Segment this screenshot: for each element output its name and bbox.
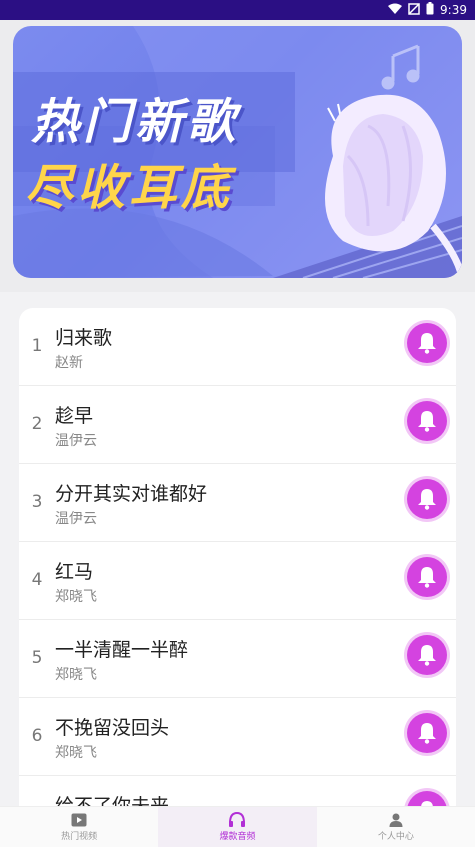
promo-banner[interactable]: 热门新歌 尽收耳底 (13, 26, 462, 278)
song-list: 1 归来歌 赵新 2 趁早 温伊云 3 分开其实对谁都好 温伊云 4 红马 郑晓… (19, 308, 456, 806)
ringtone-button[interactable] (407, 557, 447, 597)
song-rank: 1 (31, 336, 43, 356)
song-title: 不挽留没回头 (55, 717, 170, 739)
status-bar: 9:39 (0, 0, 475, 20)
nav-label: 爆款音频 (219, 832, 256, 842)
music-note-icon (381, 44, 420, 90)
song-title: 分开其实对谁都好 (55, 483, 208, 505)
ringtone-button[interactable] (407, 323, 447, 363)
nav-label: 个人中心 (377, 831, 414, 842)
song-rank: 5 (31, 648, 43, 668)
song-row[interactable]: 6 不挽留没回头 郑晓飞 (19, 698, 456, 776)
nav-hot-videos[interactable]: 热门视频 (0, 807, 158, 847)
song-title: 给不了你未来 (55, 795, 170, 806)
song-artist: 郑晓飞 (55, 667, 97, 683)
ringtone-button[interactable] (407, 401, 447, 441)
ringtone-button[interactable] (407, 791, 447, 806)
song-row[interactable]: 3 分开其实对谁都好 温伊云 (19, 464, 456, 542)
signal-off-icon (408, 2, 420, 18)
ringtone-button[interactable] (407, 635, 447, 675)
bell-icon (418, 489, 436, 510)
nav-hot-audio[interactable]: 爆款音频 (158, 807, 317, 847)
song-artist: 温伊云 (55, 511, 97, 527)
bell-icon (418, 645, 436, 666)
banner-section: 热门新歌 尽收耳底 (0, 20, 475, 292)
song-row[interactable]: 5 一半清醒一半醉 郑晓飞 (19, 620, 456, 698)
clock-time: 9:39 (440, 3, 467, 17)
battery-icon (426, 2, 434, 18)
song-rank: 2 (31, 414, 43, 434)
song-rank: 3 (31, 492, 43, 512)
song-artist: 赵新 (55, 355, 83, 371)
song-row[interactable]: 7 给不了你未来 (19, 776, 456, 806)
song-title: 趁早 (55, 405, 94, 427)
song-artist: 郑晓飞 (55, 589, 97, 605)
bottom-nav: 热门视频 爆款音频 个人中心 (0, 806, 475, 847)
bell-icon (418, 333, 436, 354)
banner-subheadline: 尽收耳底 (25, 160, 234, 216)
song-title: 一半清醒一半醉 (55, 639, 189, 661)
nav-profile[interactable]: 个人中心 (317, 807, 475, 847)
song-rank: 4 (31, 570, 43, 590)
ringtone-button[interactable] (407, 479, 447, 519)
song-row[interactable]: 2 趁早 温伊云 (19, 386, 456, 464)
bell-icon (418, 723, 436, 744)
ringtone-button[interactable] (407, 713, 447, 753)
song-rank: 6 (31, 726, 43, 746)
bell-icon (418, 411, 436, 432)
bell-icon (418, 567, 436, 588)
video-icon (71, 813, 87, 826)
song-row[interactable]: 1 归来歌 赵新 (19, 308, 456, 386)
song-title: 红马 (55, 561, 94, 583)
song-artist: 郑晓飞 (55, 745, 97, 761)
gramophone-flower-icon (325, 44, 462, 278)
person-icon (389, 813, 403, 827)
headphones-icon (229, 812, 246, 827)
wifi-icon (388, 3, 403, 18)
nav-label: 热门视频 (61, 831, 98, 842)
song-artist: 温伊云 (55, 433, 97, 449)
banner-headline: 热门新歌 (31, 94, 240, 150)
song-title: 归来歌 (55, 327, 113, 349)
song-row[interactable]: 4 红马 郑晓飞 (19, 542, 456, 620)
